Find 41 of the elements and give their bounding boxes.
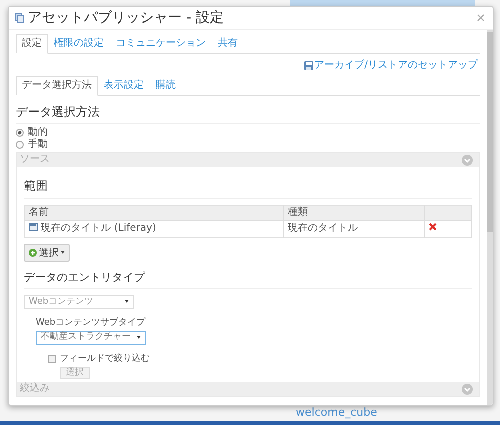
caret-icon [137,336,141,340]
dialog-title: アセットパブリッシャー - 設定 [28,10,225,26]
tab[interactable]: 設定 [16,34,48,54]
panel-header[interactable]: 絞込み [17,382,479,396]
section-heading: データ選択方法 [16,96,480,124]
tab[interactable]: コミュニケーション [110,34,212,54]
subtype-label: Webコンテンツサブタイプ [36,318,147,329]
tab[interactable]: 共有 [212,34,244,54]
tab[interactable]: データ選択方法 [16,76,98,96]
chevron-down-icon [462,384,473,395]
site-icon [29,222,38,231]
close-icon[interactable] [477,14,485,22]
page-title-text: welcome_cube [296,407,378,418]
tab[interactable]: 購読 [150,76,182,96]
table-cell: 現在のタイトル (Liferay) [24,220,284,238]
caret-icon [61,251,65,254]
radio-label: 手動 [28,139,48,152]
radio-label: 動的 [28,127,48,138]
entry-type-select[interactable]: Webコンテンツ [24,294,134,309]
tab[interactable]: 権限の設定 [48,34,110,54]
column-header: 種類 [284,205,424,220]
checkbox-label: フィールドで絞り込む [60,354,150,365]
table-cell: 現在のタイトル [284,220,424,238]
tab[interactable]: 表示設定 [98,76,150,96]
plus-icon [29,248,37,257]
subtype-select[interactable]: 不動産ストラクチャー [36,330,146,345]
panel-header[interactable]: ソース [17,153,479,168]
entry-type-heading: データのエントリタイプ [24,264,472,289]
column-header: 名前 [24,205,284,220]
archive-setup-link[interactable]: アーカイブ/リストアのセットアップ [304,60,478,72]
radio-button[interactable] [16,141,24,150]
caret-icon [125,300,129,304]
delete-icon[interactable] [429,222,437,231]
scrollbar[interactable] [487,30,493,405]
select-button[interactable]: 選択 [24,244,70,262]
checkbox[interactable] [48,355,56,364]
scope-heading: 範囲 [24,172,472,199]
pages-icon [15,13,25,23]
radio-button[interactable] [16,129,24,138]
chevron-down-icon [462,154,473,166]
save-icon [304,61,314,71]
